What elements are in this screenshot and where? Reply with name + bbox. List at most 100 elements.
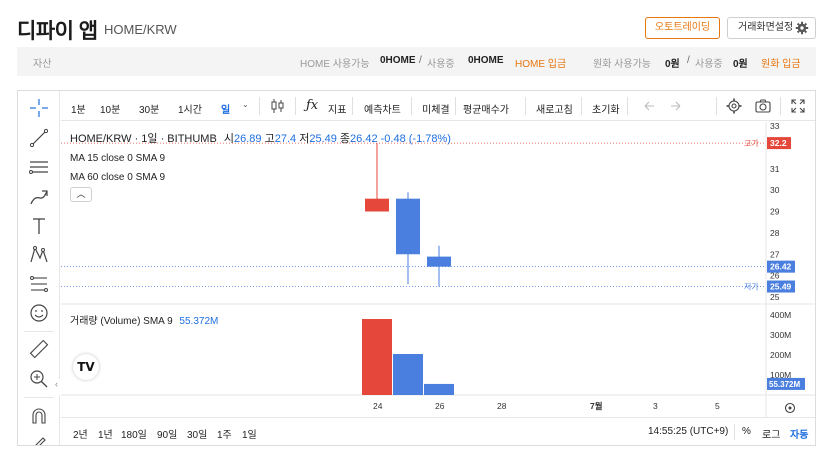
volume-value-label: 55.372M [769,380,800,389]
price-tick-label: 31 [770,164,780,174]
ruler-icon[interactable] [28,338,50,360]
current-price-value: 26.42 [770,262,792,272]
tool-divider [24,331,54,332]
text-tool-icon[interactable] [28,215,50,237]
screenshot-camera-icon[interactable] [754,97,772,115]
chart-settings-gear-icon[interactable] [725,97,743,115]
legend-collapse-chevron-up-icon[interactable]: ︿ [70,187,92,202]
legend-low-label: 저 [299,133,310,145]
time-tick-label: 7월 [590,401,603,411]
log-scale-toggle[interactable]: 로그 [762,426,780,441]
volume-axis: 400M300M200M100M [770,310,791,380]
balance-bar: 자산 HOME 사용가능 0HOME / 사용중 0HOME HOME 입금 원… [17,47,816,76]
ma60-legend[interactable]: MA 60 close 0 SMA 9 [70,172,165,183]
legend-symbol: HOME/KRW · 1일 · BITHUMB [70,133,217,145]
chart-legend: HOME/KRW · 1일 · BITHUMB 시26.89 고27.4 저25… [70,130,451,146]
time-axis-settings-gear-icon[interactable] [783,401,797,415]
interval-30m[interactable]: 30분 [139,101,159,116]
toolbar-divider [259,97,260,115]
brush-icon[interactable] [28,186,50,208]
volume-legend: 거래량 (Volume) SMA 9 55.372M [70,312,218,327]
unfilled-orders-button[interactable]: 미체결 [422,101,450,116]
crosshair-icon[interactable] [28,97,50,119]
current-time[interactable]: 14:55:25 (UTC+9) [648,426,728,437]
predict-chart-button[interactable]: 예측차트 [364,101,401,116]
asset-label: 자산 [33,59,52,70]
percent-scale-toggle[interactable]: % [742,426,751,437]
auto-scale-toggle[interactable]: 자동 [790,426,808,441]
interval-1d[interactable]: 일 [221,101,230,116]
home-available-value: 0HOME [380,55,416,66]
time-tick-label: 28 [497,401,507,411]
indicator-fx-icon[interactable]: ƒx [306,98,318,113]
balance-separator: / [419,55,422,66]
range-1y[interactable]: 1년 [98,426,113,441]
screen-settings-label: 거래화면설정 [738,22,794,33]
pattern-icon[interactable] [28,244,50,266]
auto-trading-button[interactable]: 오토트레이딩 [645,17,720,39]
avg-buy-price-button[interactable]: 평균매수가 [463,101,509,116]
ma15-legend[interactable]: MA 15 close 0 SMA 9 [70,153,165,164]
page-header: 디파이 앱 HOME/KRW 오토트레이딩 거래화면설정 [0,0,830,46]
interval-10m[interactable]: 10분 [100,101,120,116]
reset-button[interactable]: 초기화 [592,101,620,116]
toolbar-divider [352,97,353,115]
zoom-in-icon[interactable] [28,368,50,390]
magnet-icon[interactable] [28,405,50,427]
indicator-button[interactable]: 지표 [328,101,346,116]
chart-plot-area[interactable]: 33 31 30 29 28 27 26 25 400M 300M 200M 100M 24 26 28… [61,122,815,445]
time-tick-label: 26 [435,401,445,411]
chart-widget: ‹ 1분 10분 30분 1시간 일 ⌄ ƒx 지표 예측차트 미체결 평균매수… [17,90,816,446]
fullscreen-icon[interactable] [789,97,807,115]
home-deposit-link[interactable]: HOME 입금 [515,55,566,70]
chart-toolbar: 1분 10분 30분 1시간 일 ⌄ ƒx 지표 예측차트 미체결 평균매수가 … [61,91,815,121]
emoji-icon[interactable] [28,302,50,324]
legend-close-label: 종 [339,133,351,145]
time-axis: 24 26 28 7월 3 5 [373,401,720,411]
interval-dropdown-chevron-icon[interactable]: ⌄ [242,100,249,109]
candle-type-icon[interactable] [269,97,287,115]
price-tick-label: 29 [770,207,780,217]
refresh-button[interactable]: 새로고침 [536,101,573,116]
trend-line-icon[interactable] [28,127,50,149]
legend-open-label: 시 [223,133,234,145]
range-bar: 2년 1년 180일 90일 30일 1주 1일 14:55:25 (UTC+9… [61,417,815,445]
candle-body [427,256,451,267]
candle-body [365,198,389,212]
range-divider [734,424,735,440]
market-pair: HOME/KRW [104,22,177,37]
price-tick-label: 27 [770,249,780,259]
range-180d[interactable]: 180일 [121,426,147,441]
redo-icon[interactable] [667,97,685,115]
toolbar-divider [780,97,781,115]
volume-bar [424,383,454,395]
krw-deposit-link[interactable]: 원화 입금 [761,55,801,70]
range-30d[interactable]: 30일 [187,426,207,441]
tradingview-logo-icon[interactable]: 𝗧𝗩 [73,354,99,380]
horizontal-lines-icon[interactable] [28,156,50,178]
krw-in-use-value: 0원 [733,59,748,70]
legend-close-value: 26.42 [350,133,378,145]
home-available-label: HOME 사용가능 [300,59,370,70]
toolbar-divider [627,97,628,115]
volume-bar [393,354,423,395]
pencil-icon[interactable] [28,431,50,445]
krw-available-label: 원화 사용가능 [593,59,651,70]
krw-available-value: 0원 [665,59,680,70]
range-2y[interactable]: 2년 [73,426,88,441]
screen-settings-button[interactable]: 거래화면설정 [727,17,816,39]
price-tick-label: 25 [770,292,780,302]
volume-legend-label: 거래량 (Volume) SMA 9 [70,316,173,327]
interval-1m[interactable]: 1분 [71,101,86,116]
undo-icon[interactable] [640,97,658,115]
range-90d[interactable]: 90일 [157,426,177,441]
legend-high-value: 27.4 [274,133,297,145]
fib-retracement-icon[interactable] [28,273,50,295]
toolbar-divider [411,97,412,115]
range-1w[interactable]: 1주 [217,426,232,441]
price-chart-svg[interactable]: 3331302928272625 400M300M200M100M 24 26 28… [61,122,815,445]
range-1d[interactable]: 1일 [242,426,257,441]
interval-1h[interactable]: 1시간 [178,101,202,116]
price-tick-label: 33 [770,122,780,131]
low-tag-value: 25.49 [770,282,792,292]
